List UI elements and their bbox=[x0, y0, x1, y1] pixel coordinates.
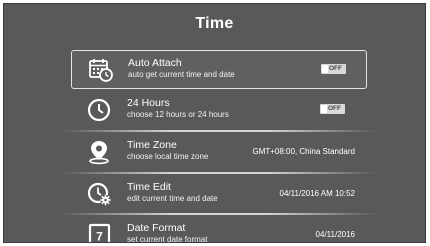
setting-description: choose 12 hours or 24 hours bbox=[127, 110, 229, 119]
setting-description: edit current time and date bbox=[127, 194, 218, 203]
setting-label: 24 Hours bbox=[127, 97, 170, 109]
time-zone-value: GMT+08:00, China Standard bbox=[252, 147, 355, 156]
setting-date-format[interactable]: 7 Date Format set current date format 04… bbox=[71, 216, 367, 244]
calendar-day-number: 7 bbox=[96, 230, 103, 244]
toggle-knob bbox=[321, 105, 327, 113]
setting-label: Time Edit bbox=[127, 181, 171, 193]
divider bbox=[61, 130, 377, 132]
setting-description: auto get current time and date bbox=[128, 70, 235, 79]
setting-label: Time Zone bbox=[127, 139, 177, 151]
page-title: Time bbox=[195, 15, 234, 32]
location-pin-icon bbox=[87, 139, 113, 165]
time-edit-value: 04/11/2016 AM 10:52 bbox=[279, 189, 355, 198]
toggle-state: OFF bbox=[329, 65, 342, 72]
toggle-knob bbox=[322, 65, 328, 73]
calendar-clock-icon bbox=[88, 57, 114, 83]
setting-label: Date Format bbox=[127, 222, 186, 234]
divider bbox=[61, 172, 377, 174]
setting-time-zone[interactable]: Time Zone choose local time zone GMT+08:… bbox=[71, 133, 367, 172]
setting-label: Auto Attach bbox=[128, 57, 182, 69]
auto-attach-toggle[interactable]: OFF bbox=[321, 64, 346, 74]
time-settings-screen: Time Auto Attach auto get current time a… bbox=[3, 3, 426, 243]
divider bbox=[61, 213, 377, 215]
setting-description: choose local time zone bbox=[127, 152, 209, 161]
24-hours-toggle[interactable]: OFF bbox=[320, 104, 345, 114]
date-format-value: 04/11/2016 bbox=[315, 230, 355, 239]
setting-description: set current date format bbox=[127, 235, 208, 243]
clock-gear-icon bbox=[87, 181, 113, 207]
clock-icon bbox=[87, 97, 113, 123]
setting-time-edit[interactable]: Time Edit edit current time and date 04/… bbox=[71, 175, 367, 214]
toggle-state: OFF bbox=[328, 105, 341, 112]
calendar-day-icon: 7 bbox=[87, 222, 113, 244]
setting-auto-attach[interactable]: Auto Attach auto get current time and da… bbox=[71, 50, 367, 89]
setting-24-hours[interactable]: 24 Hours choose 12 hours or 24 hours OFF bbox=[71, 91, 367, 130]
